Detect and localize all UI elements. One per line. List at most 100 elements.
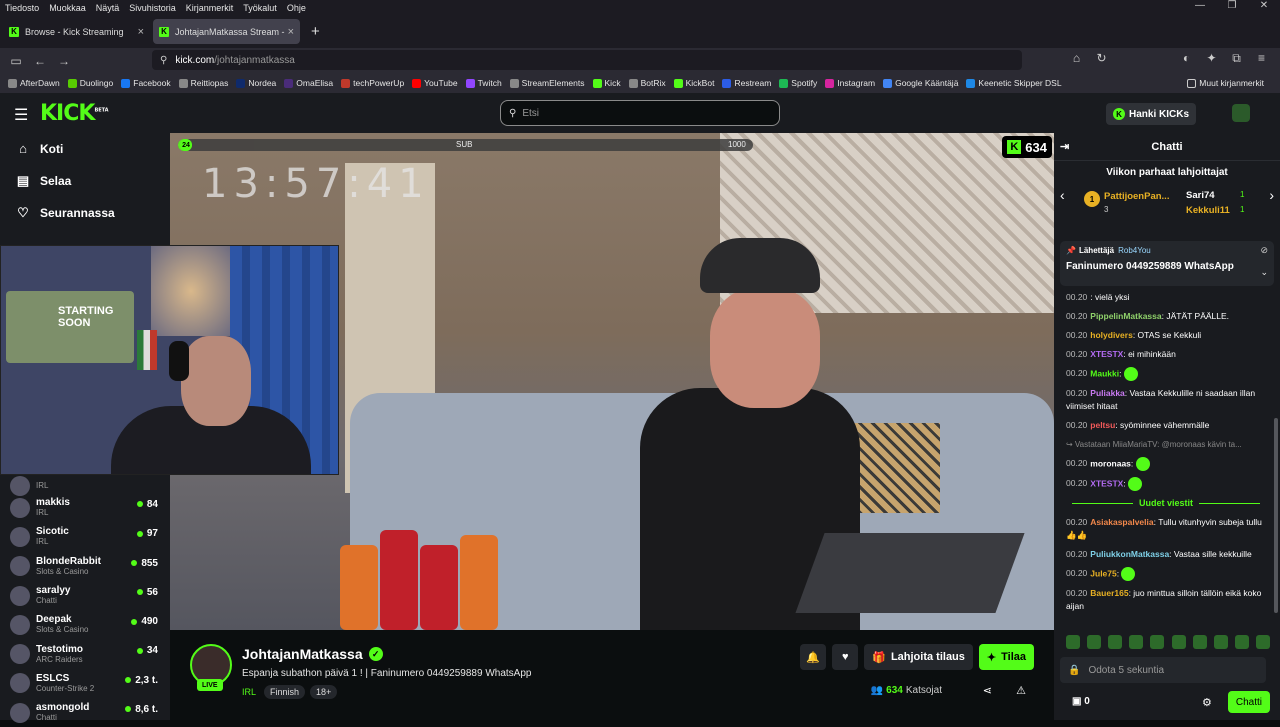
emote-icon[interactable] bbox=[1108, 635, 1123, 649]
extensions-icon[interactable]: ⧉ bbox=[1224, 51, 1249, 66]
bookmark-item[interactable]: YouTube bbox=[412, 78, 458, 88]
tab-close-icon[interactable]: × bbox=[288, 26, 294, 38]
close-window-icon[interactable]: ✕ bbox=[1248, 0, 1280, 15]
send-chat-button[interactable]: Chatti bbox=[1227, 691, 1270, 713]
message-username[interactable]: PippelinMatkassa bbox=[1090, 311, 1161, 321]
share-icon[interactable]: ⋖ bbox=[983, 684, 992, 697]
emote-icon[interactable] bbox=[1087, 635, 1102, 649]
report-icon[interactable]: ⚠ bbox=[1016, 684, 1026, 697]
chat-scrollbar[interactable] bbox=[1274, 418, 1278, 613]
sidebar-stream-item[interactable]: Testotimo ARC Raiders 34 bbox=[0, 639, 170, 668]
emote-icon[interactable] bbox=[1150, 635, 1165, 649]
emote-icon[interactable] bbox=[1066, 635, 1080, 649]
bookmark-item[interactable]: AfterDawn bbox=[8, 78, 60, 88]
bookmark-item[interactable]: Spotify bbox=[779, 78, 817, 88]
message-username[interactable]: Puliakka bbox=[1090, 388, 1125, 398]
follow-heart-button[interactable]: ♥ bbox=[832, 644, 859, 670]
message-username[interactable]: XTESTX bbox=[1090, 349, 1123, 359]
new-tab-button[interactable]: + bbox=[303, 23, 328, 40]
gifter-name[interactable]: PattijoenPan... bbox=[1104, 191, 1174, 202]
bookmark-item[interactable]: KickBot bbox=[673, 78, 714, 88]
sidebar-stream-item[interactable]: makkis IRL 84 bbox=[0, 493, 170, 522]
pinned-message[interactable]: 📌 Lähettäjä Rob4You Faninumero 0449259889 … bbox=[1060, 241, 1274, 286]
bookmark-item[interactable]: Keenetic Skipper DSL bbox=[966, 78, 1062, 88]
bookmark-item[interactable]: OmaElisa bbox=[284, 78, 333, 88]
unpin-icon[interactable]: ⊘ bbox=[1260, 245, 1268, 256]
menu-file[interactable]: Tiedosto bbox=[0, 3, 44, 13]
emote-icon[interactable] bbox=[1234, 635, 1249, 649]
message-username[interactable]: XTESTX bbox=[1090, 478, 1123, 488]
message-username[interactable]: moronaas bbox=[1090, 458, 1131, 468]
stream-category[interactable]: IRL bbox=[242, 687, 256, 697]
message-username[interactable]: Jule75 bbox=[1090, 568, 1116, 578]
message-username[interactable]: Bauer165 bbox=[1090, 588, 1128, 598]
notification-bell-button[interactable]: 🔔 bbox=[800, 644, 827, 670]
search-input[interactable]: ⚲ Etsi bbox=[500, 100, 780, 126]
tag-age[interactable]: 18+ bbox=[310, 685, 338, 699]
bookmark-item[interactable]: Nordea bbox=[236, 78, 276, 88]
sidebar-stream-item[interactable]: IRL bbox=[0, 476, 170, 496]
sidebar-stream-item[interactable]: ESLCS Counter-Strike 2 2,3 t. bbox=[0, 669, 170, 698]
sidebar-stream-item[interactable]: Sicotic IRL 97 bbox=[0, 522, 170, 551]
back-icon[interactable]: ← bbox=[28, 54, 52, 68]
emote-icon[interactable] bbox=[1213, 635, 1228, 649]
emote-icon[interactable] bbox=[1192, 635, 1207, 649]
menu-history[interactable]: Sivuhistoria bbox=[124, 3, 181, 13]
tab-close-icon[interactable]: × bbox=[138, 26, 144, 38]
emote-icon[interactable] bbox=[1129, 635, 1144, 649]
chat-input[interactable]: 🔒 Odota 5 sekuntia bbox=[1060, 657, 1266, 683]
emote-icon[interactable] bbox=[1171, 635, 1186, 649]
chevron-down-icon[interactable]: ⌄ bbox=[1260, 267, 1268, 278]
emote-icon[interactable] bbox=[1255, 635, 1270, 649]
message-username[interactable]: Asiakaspalvelia bbox=[1090, 517, 1153, 527]
gifter-name[interactable]: Kekkuli11 bbox=[1186, 205, 1230, 216]
bookmark-item[interactable]: BotRix bbox=[628, 78, 666, 88]
site-info-icon[interactable]: ⚲ bbox=[160, 55, 167, 66]
hamburger-menu-icon[interactable]: ☰ bbox=[14, 105, 28, 125]
tab-browse-kick[interactable]: K Browse - Kick Streaming × bbox=[3, 19, 150, 44]
points-counter[interactable]: ▣ 0 bbox=[1072, 696, 1090, 707]
tag-language[interactable]: Finnish bbox=[264, 685, 306, 699]
bookmark-item[interactable]: Restream bbox=[722, 78, 771, 88]
sidebar-stream-item[interactable]: asmongold Chatti 8,6 t. bbox=[0, 698, 170, 727]
restore-icon[interactable]: ❐ bbox=[1216, 0, 1248, 15]
bookmark-item[interactable]: Twitch bbox=[465, 78, 502, 88]
bookmark-item[interactable]: Instagram bbox=[825, 78, 875, 88]
reply-reference[interactable]: ↪ Vastataan MiiaMariaTV: @moronaas kävin… bbox=[1066, 438, 1266, 451]
channel-name[interactable]: JohtajanMatkassa ✓ bbox=[242, 646, 383, 662]
gifter-name[interactable]: Sari74 bbox=[1186, 190, 1215, 201]
collapse-chat-icon[interactable]: ⇥ bbox=[1060, 140, 1069, 153]
kick-logo[interactable]: KICKBETA bbox=[40, 101, 109, 126]
other-bookmarks[interactable]: Muut kirjanmerkit bbox=[1187, 78, 1264, 88]
sidebar-item-home[interactable]: ⌂ Koti bbox=[14, 141, 63, 156]
sidebar-stream-item[interactable]: BlondeRabbit Slots & Casino 855 bbox=[0, 552, 170, 581]
bookmark-item[interactable]: techPowerUp bbox=[341, 78, 404, 88]
chevron-right-icon[interactable]: › bbox=[1269, 187, 1274, 203]
get-kicks-button[interactable]: K Hanki KICKs bbox=[1105, 103, 1196, 125]
user-avatar[interactable] bbox=[1232, 104, 1250, 122]
menu-help[interactable]: Ohje bbox=[282, 3, 311, 13]
sidebar-stream-item[interactable]: Deepak Slots & Casino 490 bbox=[0, 610, 170, 639]
bookmark-item[interactable]: Reittiopas bbox=[178, 78, 228, 88]
message-username[interactable]: PuliukkonMatkassa bbox=[1090, 549, 1169, 559]
message-username[interactable]: Maukki bbox=[1090, 368, 1119, 378]
bookmark-item[interactable]: Duolingo bbox=[67, 78, 113, 88]
extension-icon[interactable]: ✦ bbox=[1199, 51, 1224, 66]
account-icon[interactable]: ◐ bbox=[1174, 51, 1199, 66]
url-bar[interactable]: ⚲ kick.com /johtajanmatkassa bbox=[152, 50, 1022, 70]
bookmark-item[interactable]: Kick bbox=[592, 78, 621, 88]
sidebar-item-following[interactable]: ♡ Seurannassa bbox=[14, 205, 115, 221]
menu-tools[interactable]: Työkalut bbox=[238, 3, 282, 13]
bookmark-item[interactable]: StreamElements bbox=[509, 78, 585, 88]
tab-johtajanmatkassa[interactable]: K JohtajanMatkassa Stream - × bbox=[153, 19, 300, 44]
forward-icon[interactable]: → bbox=[52, 54, 76, 68]
gift-sub-button[interactable]: 🎁 Lahjoita tilaus bbox=[864, 644, 973, 670]
message-username[interactable]: holydivers bbox=[1090, 330, 1133, 340]
sidebar-toggle-icon[interactable]: ▭ bbox=[4, 54, 28, 68]
subscribe-button[interactable]: ✦ Tilaa bbox=[978, 644, 1034, 670]
minimize-icon[interactable]: — bbox=[1184, 0, 1216, 15]
menu-edit[interactable]: Muokkaa bbox=[44, 3, 91, 13]
gear-icon[interactable]: ⚙ bbox=[1202, 696, 1212, 709]
menu-bookmarks[interactable]: Kirjanmerkit bbox=[181, 3, 239, 13]
chevron-left-icon[interactable]: ‹ bbox=[1060, 187, 1065, 203]
